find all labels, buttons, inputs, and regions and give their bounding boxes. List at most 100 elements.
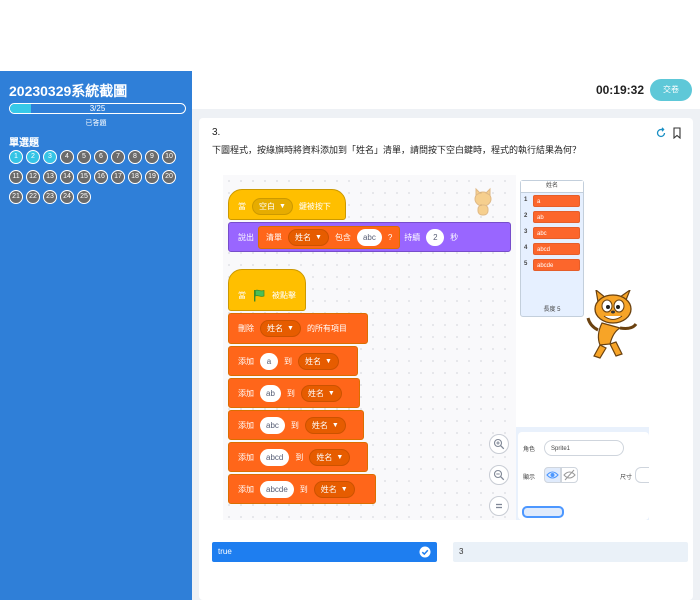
item-input: abc: [356, 228, 382, 246]
question-number-button[interactable]: 8: [128, 150, 142, 164]
zoom-out-icon: [493, 469, 505, 481]
value-input: a: [260, 352, 278, 370]
sprite-name-field: Sprite1: [544, 440, 624, 456]
top-bar: 00:19:32 交卷: [192, 71, 700, 110]
eye-off-icon: [563, 469, 576, 481]
caret-down-icon: ▼: [315, 233, 322, 241]
caret-down-icon: ▼: [331, 421, 339, 429]
sprite-tile: [522, 506, 564, 518]
question-number-button[interactable]: 25: [77, 190, 91, 204]
question-number-button[interactable]: 17: [111, 170, 125, 184]
add-to-list-block: 添加 abc 到 姓名 ▼: [228, 410, 364, 440]
secs-input: 2: [426, 228, 445, 246]
question-number-button[interactable]: 12: [26, 170, 40, 184]
list-dropdown: 姓名 ▼: [313, 480, 355, 498]
list-dropdown: 姓名 ▼: [309, 448, 351, 466]
block-label: 到: [299, 484, 308, 494]
list-monitor: 姓名 1a 2 ab 3 abc 4 abcd 5 abcde 長度 5: [520, 180, 584, 317]
submit-button[interactable]: 交卷: [650, 79, 692, 101]
add-to-list-block: 添加 abcd 到 姓名 ▼: [228, 442, 368, 472]
question-number-button[interactable]: 14: [60, 170, 74, 184]
question-number-button[interactable]: 6: [94, 150, 108, 164]
block-label: 到: [284, 356, 292, 366]
question-number-button[interactable]: 4: [60, 150, 74, 164]
block-label: 到: [286, 388, 295, 398]
caret-down-icon: ▼: [279, 203, 286, 210]
question-number: 3.: [212, 127, 221, 138]
list-dropdown: 姓名 ▼: [298, 352, 339, 370]
progress-text: 3/25: [89, 104, 106, 113]
sidebar: 20230329系統截圖 3/25 已答題 單選題 1 2 3 4 5 6 7 8 9 1011 1…: [0, 71, 192, 600]
size-field: [635, 467, 649, 483]
show-button: [544, 467, 561, 483]
dropdown-value: 姓名: [267, 324, 283, 333]
question-number-button[interactable]: 16: [94, 170, 108, 184]
list-index: 4: [524, 245, 528, 251]
caret-down-icon: ▼: [325, 357, 332, 365]
hide-button: [561, 467, 578, 483]
refresh-icon[interactable]: [655, 127, 667, 139]
key-dropdown: 空白 ▼: [252, 198, 293, 215]
list-item: 1a: [521, 195, 583, 209]
question-number-button[interactable]: 13: [43, 170, 57, 184]
option-label: 3: [459, 547, 464, 556]
list-contains-reporter: 清單 姓名 ▼ 包含 abc ?: [258, 225, 401, 249]
question-number-button[interactable]: 11: [9, 170, 23, 184]
zoom-out-button[interactable]: [489, 465, 509, 485]
zoom-reset-button[interactable]: [489, 496, 509, 516]
scratch-cat-sprite-icon: [586, 290, 638, 359]
block-label: 到: [295, 452, 304, 462]
question-number-button[interactable]: 22: [26, 190, 40, 204]
list-value: a: [533, 195, 580, 207]
add-to-list-block: 添加 a 到 姓名 ▼: [228, 346, 358, 376]
value-input: abcde: [260, 480, 294, 498]
delete-all-block: 刪除 姓名 ▼ 的所有項目: [228, 313, 368, 344]
question-number-button[interactable]: 23: [43, 190, 57, 204]
option-label: true: [218, 547, 232, 556]
block-label: ?: [387, 232, 393, 242]
bookmark-icon[interactable]: [671, 127, 683, 139]
when-flag-clicked-block: 當 被點擊: [228, 269, 306, 311]
value-input: abcd: [260, 448, 290, 466]
exam-title: 20230329系統截圖: [9, 83, 128, 99]
scratch-screenshot: 當 空白 ▼ 鍵被按下 說出 清單 姓名 ▼ 包含 abc ? 持續 2 秒 當…: [223, 175, 649, 520]
dropdown-value: 姓名: [311, 420, 328, 430]
question-number-button[interactable]: 5: [77, 150, 91, 164]
question-number-button[interactable]: 20: [162, 170, 176, 184]
question-number-button[interactable]: 15: [77, 170, 91, 184]
question-number-grid: 1 2 3 4 5 6 7 8 9 1011 12 13 14 15 16 17 18 19 2021 22 23 24 2…: [9, 150, 189, 210]
dropdown-value: 姓名: [307, 388, 324, 398]
block-label: 的所有項目: [306, 324, 347, 333]
list-dropdown: 姓名 ▼: [304, 416, 346, 434]
block-label: 被點擊: [272, 290, 296, 300]
dropdown-value: 空白: [259, 202, 275, 211]
question-number-button[interactable]: 2: [26, 150, 40, 164]
question-text: 下圖程式，按綠旗時將資料添加到「姓名」清單，請問按下空白鍵時，程式的執行結果為何…: [212, 145, 582, 155]
main-area: 3. 下圖程式，按綠旗時將資料添加到「姓名」清單，請問按下空白鍵時，程式的執行結…: [192, 109, 700, 600]
dropdown-value: 姓名: [320, 484, 337, 494]
question-number-button[interactable]: 18: [128, 170, 142, 184]
dropdown-value: 姓名: [316, 452, 333, 462]
zoom-in-button[interactable]: [489, 434, 509, 454]
list-index: 5: [524, 261, 528, 267]
block-label: 當: [238, 202, 246, 211]
list-item: 2 ab: [521, 211, 583, 225]
question-number-button[interactable]: 10: [162, 150, 176, 164]
question-number-button[interactable]: 1: [9, 150, 23, 164]
question-number-button[interactable]: 9: [145, 150, 159, 164]
progress-bar: 3/25: [9, 103, 186, 114]
answer-option-1[interactable]: true: [212, 542, 437, 562]
answer-option-2[interactable]: 3: [453, 542, 688, 562]
question-number-button[interactable]: 24: [60, 190, 74, 204]
say-block: 說出 清單 姓名 ▼ 包含 abc ? 持續 2 秒: [228, 222, 511, 252]
size-label: 尺寸: [620, 475, 633, 481]
block-label: 添加: [238, 388, 254, 398]
list-monitor-title: 姓名: [521, 181, 583, 193]
question-number-button[interactable]: 19: [145, 170, 159, 184]
question-number-button[interactable]: 21: [9, 190, 23, 204]
zoom-in-icon: [493, 438, 505, 450]
block-label: 清單: [266, 232, 282, 242]
dropdown-value: 姓名: [305, 356, 321, 366]
question-number-button[interactable]: 3: [43, 150, 57, 164]
question-number-button[interactable]: 7: [111, 150, 125, 164]
